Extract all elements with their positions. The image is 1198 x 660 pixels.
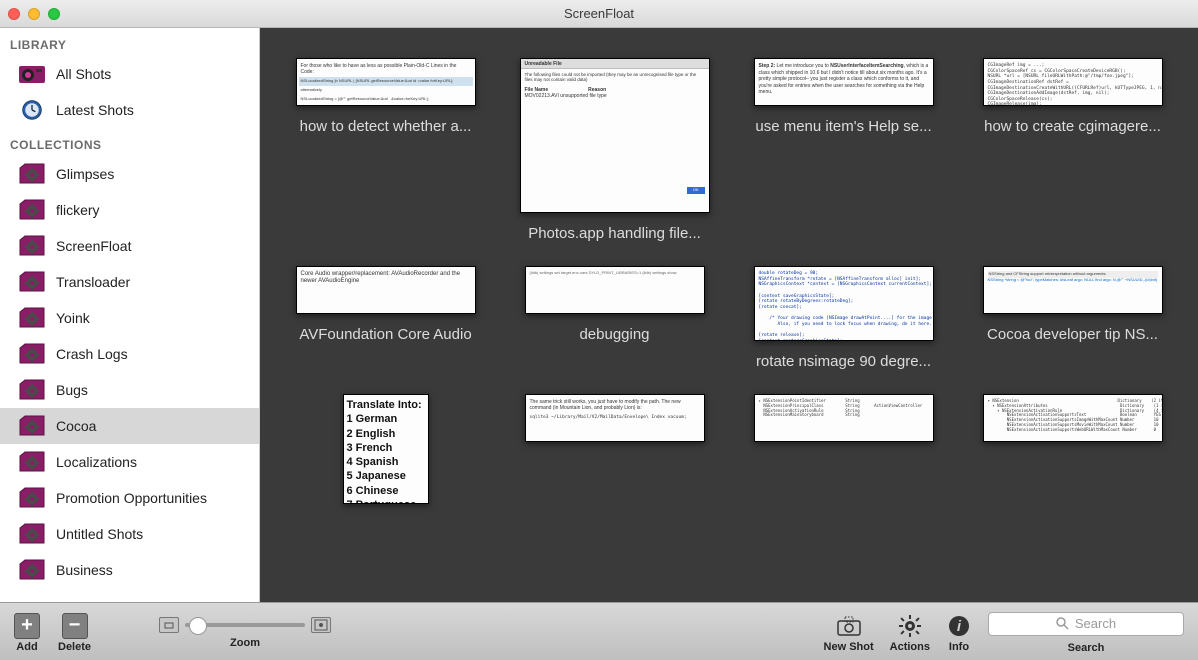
thumbnail-item[interactable]: CGImageRef img = ...; CGColorSpaceRef cs… <box>963 58 1182 242</box>
thumbnail-preview: Translate Into:1 German2 English3 French… <box>343 394 429 504</box>
sidebar-item-bugs[interactable]: Bugs <box>0 372 259 408</box>
sidebar-item-glimpses[interactable]: Glimpses <box>0 156 259 192</box>
sidebar-item-flickery[interactable]: flickery <box>0 192 259 228</box>
smart-folder-icon <box>18 305 46 331</box>
sidebar-item-all-shots[interactable]: All Shots <box>0 56 259 92</box>
minus-icon: − <box>62 613 88 639</box>
delete-button[interactable]: − Delete <box>58 613 91 653</box>
thumbnail-preview: Step 2: Let me introduce you to NSUserIn… <box>754 58 934 106</box>
sidebar-item-label: Business <box>56 562 113 578</box>
smart-folder-icon <box>18 161 46 187</box>
thumbnail-preview: Unreadable FileThe following files could… <box>520 58 710 213</box>
collections-header: COLLECTIONS <box>0 128 259 156</box>
sidebar-item-label: Yoink <box>56 310 90 326</box>
sidebar-item-label: Latest Shots <box>56 102 134 118</box>
smart-folder-icon <box>18 377 46 403</box>
smart-folder-icon <box>18 341 46 367</box>
sidebar-item-label: flickery <box>56 202 100 218</box>
camera-lens-icon <box>18 61 46 87</box>
add-button[interactable]: + Add <box>14 613 40 653</box>
thumbnail-item[interactable]: ▾ NSExtension Dictionary (2 items) ▾ NSE… <box>963 394 1182 504</box>
smart-folder-icon <box>18 233 46 259</box>
smart-folder-icon <box>18 521 46 547</box>
thumbnail-item[interactable]: ▸ NSExtensionPointIdentifier String NSEx… <box>734 394 953 504</box>
zoom-in-icon[interactable] <box>311 617 331 633</box>
thumbnail-item[interactable]: Unreadable FileThe following files could… <box>505 58 724 242</box>
bottom-toolbar: + Add − Delete Zoom New Shot <box>0 602 1198 660</box>
thumbnail-item[interactable]: (lldb) settings set target.env-vars DYLD… <box>505 266 724 370</box>
thumbnail-caption: how to detect whether a... <box>300 118 472 135</box>
window-title: ScreenFloat <box>0 6 1198 21</box>
zoom-slider[interactable] <box>185 623 305 627</box>
thumbnail-item[interactable]: The same trick still works, you just hav… <box>505 394 724 504</box>
sidebar-item-yoink[interactable]: Yoink <box>0 300 259 336</box>
sidebar-item-latest-shots[interactable]: Latest Shots <box>0 92 259 128</box>
library-header: LIBRARY <box>0 28 259 56</box>
sidebar-item-transloader[interactable]: Transloader <box>0 264 259 300</box>
smart-folder-icon <box>18 197 46 223</box>
smart-folder-icon <box>18 449 46 475</box>
thumbnail-preview: For those who like to have as less as po… <box>296 58 476 106</box>
sidebar-item-label: Localizations <box>56 454 137 470</box>
thumbnail-grid: For those who like to have as less as po… <box>260 28 1198 602</box>
sidebar-item-label: Promotion Opportunities <box>56 490 207 506</box>
thumbnail-preview: CGImageRef img = ...; CGColorSpaceRef cs… <box>983 58 1163 106</box>
thumbnail-caption: use menu item's Help se... <box>755 118 931 135</box>
actions-button[interactable]: Actions <box>890 613 930 653</box>
thumbnail-item[interactable]: For those who like to have as less as po… <box>276 58 495 242</box>
camera-icon <box>836 613 862 639</box>
thumbnail-preview: The same trick still works, you just hav… <box>525 394 705 442</box>
search-input[interactable]: Search <box>988 612 1184 636</box>
sidebar-item-business[interactable]: Business <box>0 552 259 588</box>
sidebar-item-label: Transloader <box>56 274 130 290</box>
thumbnail-item[interactable]: Core Audio wrapper/replacement: AVAudioR… <box>276 266 495 370</box>
smart-folder-icon <box>18 485 46 511</box>
sidebar-item-cocoa[interactable]: Cocoa <box>0 408 259 444</box>
smart-folder-icon <box>18 413 46 439</box>
thumbnail-preview: NSString and CFString support reinterpre… <box>983 266 1163 314</box>
smart-folder-icon <box>18 269 46 295</box>
sidebar: LIBRARY All Shots Latest Shots COLLECTIO… <box>0 28 260 602</box>
sidebar-item-screenfloat[interactable]: ScreenFloat <box>0 228 259 264</box>
thumbnail-caption: rotate nsimage 90 degre... <box>756 353 931 370</box>
thumbnail-preview: ▾ NSExtension Dictionary (2 items) ▾ NSE… <box>983 394 1163 442</box>
thumbnail-caption: AVFoundation Core Audio <box>299 326 471 343</box>
thumbnail-caption: Photos.app handling file... <box>528 225 701 242</box>
sidebar-item-untitled-shots[interactable]: Untitled Shots <box>0 516 259 552</box>
sidebar-item-label: ScreenFloat <box>56 238 131 254</box>
sidebar-item-label: Crash Logs <box>56 346 128 362</box>
window-titlebar: ScreenFloat <box>0 0 1198 28</box>
info-icon: i <box>946 613 972 639</box>
sidebar-item-label: All Shots <box>56 66 111 82</box>
thumbnail-preview: ▸ NSExtensionPointIdentifier String NSEx… <box>754 394 934 442</box>
thumbnail-caption: Cocoa developer tip NS... <box>987 326 1158 343</box>
sidebar-item-localizations[interactable]: Localizations <box>0 444 259 480</box>
thumbnail-item[interactable]: Translate Into:1 German2 English3 French… <box>276 394 495 504</box>
sidebar-item-crash-logs[interactable]: Crash Logs <box>0 336 259 372</box>
zoom-out-icon[interactable] <box>159 617 179 633</box>
smart-folder-icon <box>18 557 46 583</box>
info-button[interactable]: i Info <box>946 613 972 653</box>
new-shot-button[interactable]: New Shot <box>824 613 874 653</box>
thumbnail-item[interactable]: NSString and CFString support reinterpre… <box>963 266 1182 370</box>
sidebar-item-label: Glimpses <box>56 166 114 182</box>
plus-icon: + <box>14 613 40 639</box>
thumbnail-preview: (lldb) settings set target.env-vars DYLD… <box>525 266 705 314</box>
thumbnail-item[interactable]: double rotateDeg = 90; NSAffineTransform… <box>734 266 953 370</box>
sidebar-item-label: Untitled Shots <box>56 526 143 542</box>
thumbnail-preview: double rotateDeg = 90; NSAffineTransform… <box>754 266 934 341</box>
clock-icon <box>18 97 46 123</box>
search-icon <box>1056 617 1069 630</box>
zoom-control: Zoom <box>159 617 331 649</box>
sidebar-item-label: Cocoa <box>56 418 96 434</box>
thumbnail-caption: debugging <box>579 326 649 343</box>
sidebar-item-promotion-opportunities[interactable]: Promotion Opportunities <box>0 480 259 516</box>
thumbnail-preview: Core Audio wrapper/replacement: AVAudioR… <box>296 266 476 314</box>
thumbnail-caption: how to create cgimagere... <box>984 118 1161 135</box>
sidebar-item-label: Bugs <box>56 382 88 398</box>
thumbnail-item[interactable]: Step 2: Let me introduce you to NSUserIn… <box>734 58 953 242</box>
gear-icon <box>897 613 923 639</box>
